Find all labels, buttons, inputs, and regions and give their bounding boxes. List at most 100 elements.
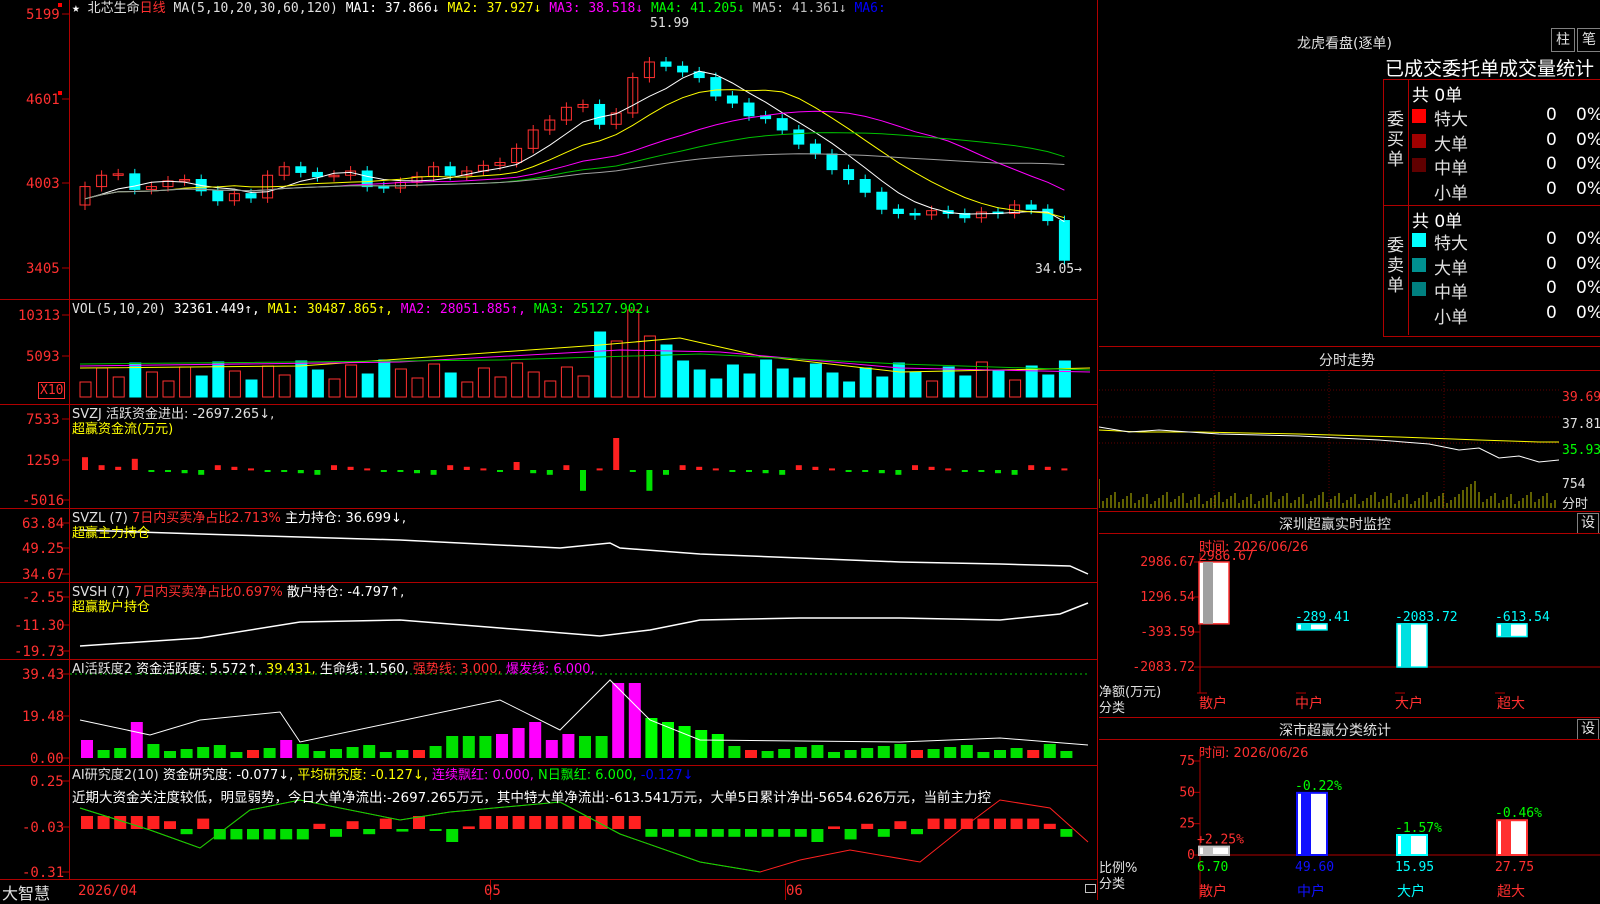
cls-ratio-chart[interactable]: 75 50 25 0+2.25% 6.70 散户 -0.22% 49.60 中户 -1.57% 15… bbox=[1099, 739, 1600, 900]
candle-body bbox=[892, 208, 904, 214]
ma6-value: MA6: bbox=[854, 1, 886, 16]
sell-color-swatch bbox=[1412, 306, 1426, 321]
sell-color-swatch bbox=[1412, 282, 1426, 296]
research-bar bbox=[197, 818, 210, 829]
activity-bar bbox=[911, 750, 923, 758]
cls-category-label: 分类 bbox=[1099, 877, 1126, 892]
brand-logo[interactable]: 大智慧 bbox=[2, 880, 50, 904]
ma1-value: MA1: 37.866↓ bbox=[345, 1, 440, 16]
kline-chart-area[interactable]: 5199 4601 4003 3405 10313 5093 X10 7533 … bbox=[0, 0, 1098, 903]
buy-row-count: 0 bbox=[1546, 178, 1557, 199]
volume-bar bbox=[129, 362, 142, 398]
fund-flow-bar bbox=[928, 466, 935, 470]
bar-mode-button[interactable]: 柱 bbox=[1551, 28, 1575, 52]
fund-flow-bar bbox=[712, 468, 719, 471]
activity-bar bbox=[877, 746, 890, 758]
lock-icon[interactable] bbox=[1085, 884, 1096, 893]
fund-flow-bar bbox=[878, 470, 885, 474]
fund-flow-bar bbox=[497, 470, 503, 472]
fund-flow-bar bbox=[165, 470, 171, 472]
volume-bar bbox=[627, 309, 640, 398]
fund-flow-bar bbox=[729, 470, 736, 472]
sell-row-pct: 0% bbox=[1576, 229, 1600, 249]
activity-bar bbox=[545, 740, 558, 758]
volume-bar bbox=[693, 369, 706, 398]
cls-value-label: 6.70 bbox=[1197, 860, 1228, 875]
pen-mode-button[interactable]: 笔 bbox=[1577, 28, 1600, 52]
research-bar bbox=[379, 818, 392, 829]
candle-body bbox=[594, 103, 606, 125]
research-bar bbox=[745, 829, 757, 837]
sell-row-pct: 0% bbox=[1576, 253, 1600, 274]
cls-axis-label: 75 bbox=[1179, 754, 1195, 769]
fund-flow-bar bbox=[829, 468, 835, 471]
candle-body bbox=[677, 65, 689, 73]
volume-bar bbox=[544, 380, 557, 398]
sz-settings-button[interactable]: 设 bbox=[1577, 513, 1599, 534]
intraday-chart[interactable] bbox=[1099, 370, 1559, 510]
candle-body bbox=[1025, 204, 1037, 210]
research-bar bbox=[927, 818, 940, 829]
fund-flow-bar bbox=[812, 466, 819, 470]
volume-bar bbox=[394, 368, 407, 398]
activity-bar bbox=[413, 750, 425, 758]
fund-flow-bar bbox=[1028, 465, 1035, 470]
period-label[interactable]: 日线 bbox=[140, 1, 166, 16]
fund-flow-bar bbox=[613, 438, 620, 470]
ma3-value: MA3: 38.518↓ bbox=[549, 1, 644, 16]
buy-row: 中单 0 0% bbox=[1412, 154, 1600, 179]
activity-bar bbox=[446, 736, 459, 758]
activity-bar bbox=[562, 734, 575, 758]
activity-bar bbox=[213, 745, 226, 758]
research-bar bbox=[728, 829, 741, 837]
cls-category: 超大 bbox=[1497, 884, 1525, 900]
activity-bar bbox=[512, 728, 525, 758]
svsh-ratio: 7日内买卖净占比0.697% bbox=[133, 585, 283, 600]
research-bar bbox=[280, 829, 293, 840]
fund-flow-bar bbox=[463, 466, 470, 470]
volume-bar bbox=[145, 371, 158, 398]
fund-flow-bar bbox=[82, 457, 88, 470]
research-bar bbox=[562, 816, 575, 829]
candle-body bbox=[876, 191, 888, 210]
research-bar bbox=[213, 829, 226, 840]
sz-bar-value: 2986.67 bbox=[1199, 549, 1254, 564]
activity-bar bbox=[977, 752, 990, 758]
main-header: ★ 北芯生命日线 MA(5,10,20,30,60,120) MA1: 37.8… bbox=[72, 1, 886, 16]
volume-bar bbox=[361, 373, 374, 398]
svzj-header: SVZJ 活跃资金进出: -2697.265↓, bbox=[72, 407, 275, 422]
research-bar bbox=[711, 829, 724, 837]
buy-row: 小单 0 0% bbox=[1412, 178, 1600, 204]
fund-flow-bar bbox=[148, 470, 155, 472]
ai2-activity: 资金活跃度: 5.572↑, bbox=[136, 662, 262, 677]
sz-bar-value: -613.54 bbox=[1495, 610, 1550, 625]
activity-bar bbox=[994, 750, 1006, 758]
fund-flow-bar bbox=[380, 470, 387, 472]
activity-bar bbox=[147, 744, 160, 758]
activity-bar bbox=[595, 736, 608, 758]
activity-bar bbox=[745, 750, 757, 758]
research-axis-label: -0.31 bbox=[22, 865, 65, 881]
volume-bar bbox=[328, 378, 341, 398]
fund-flow-bar bbox=[546, 470, 553, 475]
research-axis-label: 0.25 bbox=[30, 774, 64, 790]
activity-bar bbox=[280, 740, 293, 758]
research-bar bbox=[346, 821, 359, 829]
research-bar bbox=[695, 829, 708, 837]
sz-net-chart[interactable]: 2986.67 1296.54 -393.59 -2083.72 2986.67 -289… bbox=[1099, 533, 1600, 713]
candle-body bbox=[843, 169, 855, 181]
activity-bar bbox=[363, 745, 376, 758]
favorite-star-icon[interactable]: ★ bbox=[72, 1, 80, 16]
sz-monitor-title: 深圳超赢实时监控 bbox=[1279, 517, 1391, 533]
cls-value-label: 49.60 bbox=[1295, 860, 1334, 875]
cls-settings-button[interactable]: 设 bbox=[1577, 719, 1599, 740]
svzl-axis-label: 63.84 bbox=[22, 516, 65, 532]
buy-row-pct: 0% bbox=[1576, 154, 1600, 174]
cls-category: 大户 bbox=[1397, 883, 1425, 900]
fund-flow-bar bbox=[248, 468, 254, 471]
research-bar bbox=[1043, 823, 1056, 829]
sell-row-count: 0 bbox=[1546, 302, 1557, 323]
ma-line bbox=[84, 89, 1065, 219]
kline-canvas[interactable] bbox=[0, 0, 1098, 900]
volume-bar bbox=[660, 344, 673, 398]
